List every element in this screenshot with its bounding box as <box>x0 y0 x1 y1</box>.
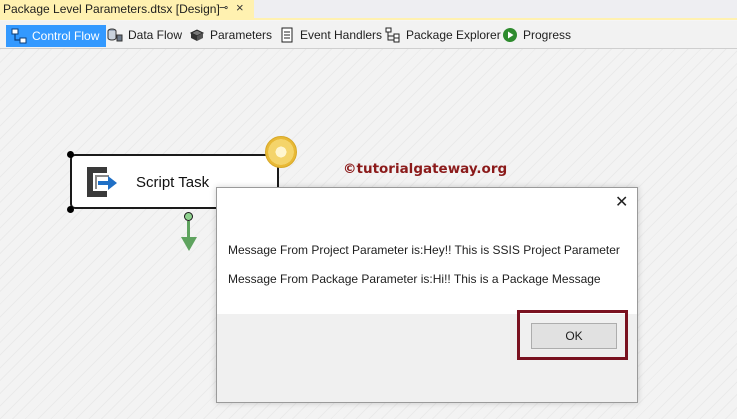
resize-handle-bottom-left[interactable] <box>67 206 74 213</box>
execution-status-badge-icon <box>265 136 297 168</box>
close-tab-icon[interactable]: × <box>236 0 244 15</box>
package-explorer-icon <box>385 27 401 43</box>
tab-label: Parameters <box>210 28 273 42</box>
tab-label: Data Flow <box>128 28 183 42</box>
pin-icon[interactable]: ⊸ <box>219 1 228 14</box>
document-tab-strip: Package Level Parameters.dtsx [Design] ⊸… <box>0 0 737 20</box>
parameters-icon <box>189 27 205 43</box>
ok-button[interactable]: OK <box>531 323 617 349</box>
precedence-constraint-arrow-icon[interactable] <box>181 237 197 251</box>
tab-label: Progress <box>523 28 572 42</box>
close-dialog-icon[interactable]: ✕ <box>615 192 628 212</box>
event-handlers-icon <box>279 27 295 43</box>
tab-label: Package Explorer <box>406 28 501 42</box>
tab-data-flow[interactable]: Data Flow <box>107 25 182 45</box>
connector-start-dot[interactable] <box>184 212 193 221</box>
document-tab-title: Package Level Parameters.dtsx [Design] <box>3 2 220 16</box>
tab-underline <box>0 18 737 20</box>
message-box-dialog: ✕ Message From Project Parameter is:Hey!… <box>216 187 638 403</box>
tab-progress[interactable]: Progress <box>502 25 571 45</box>
tab-package-explorer[interactable]: Package Explorer <box>385 25 501 45</box>
progress-icon <box>502 27 518 43</box>
watermark: ©tutorialgateway.org <box>343 161 508 177</box>
data-flow-icon <box>107 27 123 43</box>
script-task-icon <box>81 163 119 201</box>
resize-handle-top-left[interactable] <box>67 151 74 158</box>
tab-control-flow[interactable]: Control Flow <box>6 25 107 47</box>
tab-label: Event Handlers <box>300 28 383 42</box>
tab-event-handlers[interactable]: Event Handlers <box>279 25 382 45</box>
document-tab[interactable]: Package Level Parameters.dtsx [Design] ⊸… <box>0 0 254 18</box>
message-line-project-parameter: Message From Project Parameter is:Hey!! … <box>228 243 620 257</box>
tab-label: Control Flow <box>32 29 100 43</box>
message-line-package-parameter: Message From Package Parameter is:Hi!! T… <box>228 272 601 286</box>
tab-parameters[interactable]: Parameters <box>189 25 272 45</box>
script-task-label: Script Task <box>136 174 210 191</box>
designer-tabs-toolbar: Control Flow Data Flow Parameters Event … <box>0 21 737 49</box>
control-flow-icon <box>11 28 27 44</box>
